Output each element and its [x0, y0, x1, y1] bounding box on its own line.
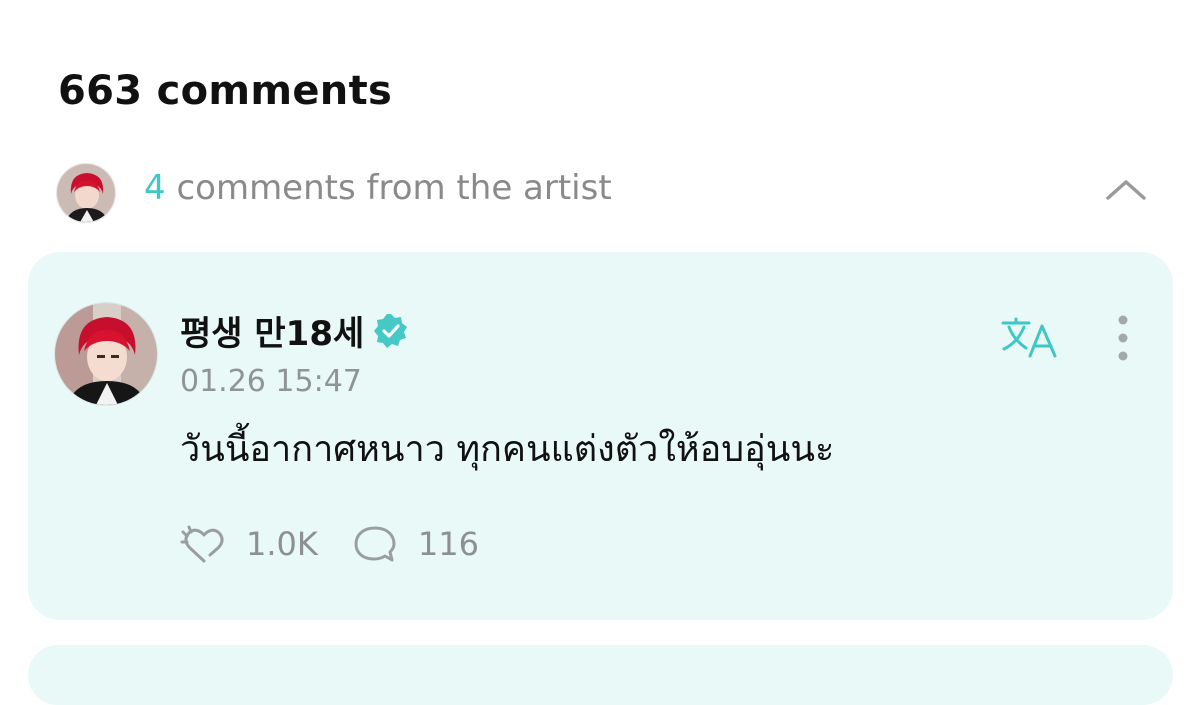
- artist-comments-toggle[interactable]: 4 comments from the artist: [56, 160, 1150, 224]
- comment-author[interactable]: 평생 만18세: [180, 306, 410, 355]
- artist-comment-count: 4: [144, 168, 166, 208]
- next-comment-card: [28, 645, 1173, 705]
- author-avatar[interactable]: [54, 302, 158, 406]
- speech-bubble-icon: [354, 526, 396, 562]
- reply-count: 116: [417, 525, 479, 563]
- author-name[interactable]: 평생 만18세: [180, 306, 364, 355]
- chevron-up-icon[interactable]: [1104, 174, 1148, 204]
- comments-count-title: 663 comments: [58, 68, 393, 114]
- verified-badge-icon: [372, 312, 410, 350]
- like-button[interactable]: 1.0K: [180, 524, 318, 564]
- artist-comments-text: comments from the artist: [165, 168, 612, 208]
- like-count: 1.0K: [246, 525, 318, 563]
- artist-avatar: [56, 163, 116, 223]
- comment-body: วันนี้อากาศหนาว ทุกคนแต่งตัวให้อบอุ่นนะ: [180, 429, 835, 470]
- reply-button[interactable]: 116: [352, 524, 479, 564]
- artist-comments-label: 4 comments from the artist: [144, 168, 612, 208]
- comment-actions: 1.0K 116: [180, 522, 479, 566]
- comment-timestamp: 01.26 15:47: [180, 364, 362, 399]
- heart-icon: [180, 525, 224, 563]
- translate-icon[interactable]: [1000, 316, 1058, 360]
- artist-comment-card: 평생 만18세 01.26 15:47 วันนี้อากาศหนาว ทุกค…: [28, 252, 1173, 620]
- more-vertical-icon[interactable]: [1110, 314, 1136, 364]
